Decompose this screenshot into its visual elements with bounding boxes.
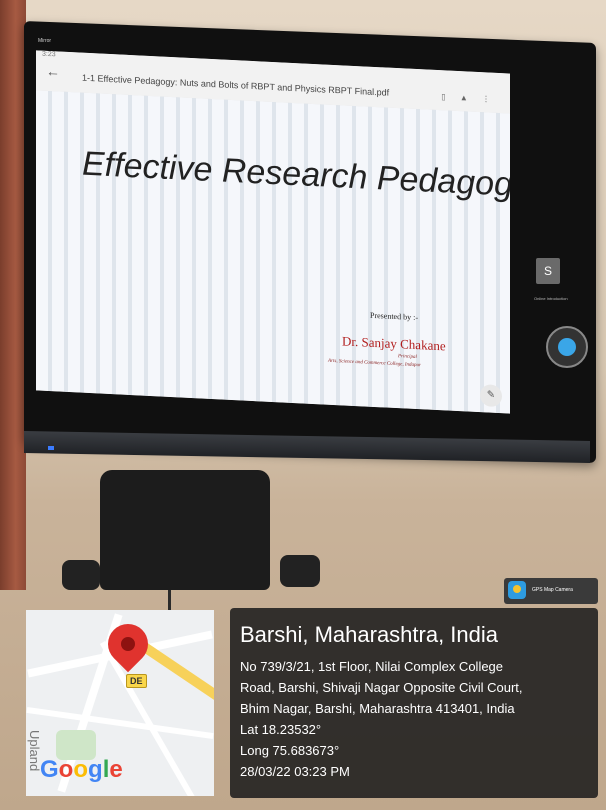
edit-pen-icon[interactable]: ✎	[480, 384, 502, 408]
longitude: Long 75.683673°	[240, 743, 340, 758]
floating-toolbar-button[interactable]	[546, 326, 588, 368]
author-role: Principal	[398, 354, 417, 361]
gps-camera-app-icon	[508, 581, 526, 599]
location-pin-icon	[99, 615, 157, 673]
curtain	[0, 0, 26, 590]
google-logo: Google	[40, 756, 123, 783]
timestamp: 28/03/22 03:23 PM	[240, 764, 350, 779]
side-app-label: Online Introduction	[534, 296, 568, 301]
map-poi-label: DE	[126, 674, 147, 688]
status-bar: Mirror	[38, 38, 52, 44]
location-info-panel: Barshi, Maharashtra, India No 739/3/21, …	[230, 608, 598, 798]
map-road	[26, 706, 214, 740]
power-indicator	[48, 446, 54, 450]
address-line-3: Bhim Nagar, Barshi, Maharashtra 413401, …	[240, 701, 515, 716]
participant-avatar[interactable]: S	[536, 258, 560, 284]
header-actions-icons[interactable]: ▯ ▲ ⋮	[441, 92, 496, 104]
location-details: No 739/3/21, 1st Floor, Nilai Complex Co…	[240, 656, 590, 782]
slide-background	[36, 90, 510, 414]
gps-badge-label: GPS Map Camera	[532, 587, 573, 593]
address-line-1: No 739/3/21, 1st Floor, Nilai Complex Co…	[240, 659, 504, 674]
chair-back	[100, 470, 270, 590]
latitude: Lat 18.23532°	[240, 722, 322, 737]
address-line-2: Road, Barshi, Shivaji Nagar Opposite Civ…	[240, 680, 523, 695]
pdf-viewer: 3:23 ← 1-1 Effective Pedagogy: Nuts and …	[36, 50, 510, 414]
gps-map-camera-badge: GPS Map Camera	[504, 578, 598, 604]
chair-arm-right	[280, 555, 320, 587]
clock: 3:23	[42, 50, 56, 59]
location-city: Barshi, Maharashtra, India	[240, 622, 499, 647]
back-arrow-icon[interactable]: ←	[46, 63, 60, 80]
map-thumbnail: DE Upland Google	[26, 610, 214, 796]
chair-arm-left	[62, 560, 100, 590]
